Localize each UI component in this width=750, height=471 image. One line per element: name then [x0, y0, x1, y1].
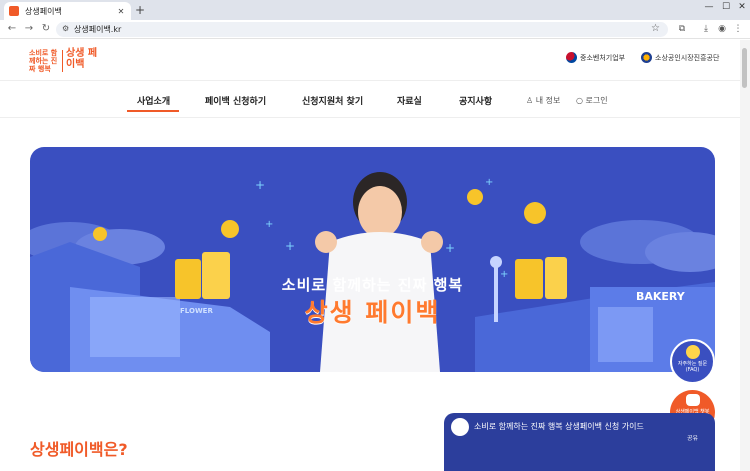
gov-logo-semas[interactable]: 소상공인시장진흥공단: [641, 52, 719, 63]
tab-strip: 상생페이백 ✕ + — ☐ ✕: [0, 0, 750, 20]
minimize-button[interactable]: —: [701, 2, 717, 12]
my-info-label: 내 정보: [535, 96, 561, 105]
address-bar[interactable]: ⚙ 상생페이백.kr ☆: [56, 22, 668, 37]
tower-top-shape: [490, 256, 502, 268]
video-player[interactable]: 소비로 함께하는 진짜 행복 상생페이백 신청 가이드 공유: [444, 413, 715, 471]
nav-item-resources[interactable]: 자료실: [397, 94, 422, 107]
browser-toolbar: ← → ↻ ⚙ 상생페이백.kr ☆ ⧉ ⤓ ◉ ⋮: [0, 20, 750, 39]
nav-item-notices[interactable]: 공지사항: [459, 94, 492, 107]
site-header: 소비로 함께하는 진짜 행복 상생 페이백 중소벤처기업부 소상공인시장진흥공단: [0, 40, 740, 80]
faq-label: 자주하는 질문(FAQ): [677, 361, 708, 373]
user-icon: ♙: [526, 96, 534, 105]
gov-logo-label: 소상공인시장진흥공단: [655, 53, 720, 62]
thumb-left-shape: [315, 231, 337, 253]
url-text: 상생페이백.kr: [74, 25, 122, 34]
login-link[interactable]: ○ 로그인: [576, 95, 608, 106]
hero-illustration: + + + + + +: [30, 172, 715, 372]
reload-button[interactable]: ↻: [40, 23, 52, 35]
browser-tab[interactable]: 상생페이백 ✕: [4, 2, 131, 20]
nav-item-apply[interactable]: 페이백 신청하기: [205, 94, 266, 107]
hero-slogan: 소비로 함께하는 진짜 행복: [281, 276, 464, 294]
maximize-button[interactable]: ☐: [718, 2, 734, 12]
thumb-right-shape: [421, 231, 443, 253]
my-info-link[interactable]: ♙ 내 정보: [526, 95, 560, 106]
sparkle-icon: +: [265, 219, 273, 230]
coin-shape: [221, 220, 239, 238]
new-tab-button[interactable]: +: [133, 3, 147, 17]
favicon-icon: [9, 6, 19, 16]
hero-banner[interactable]: + + + + + + 소비로 함께하는 진짜 행복 상생 페이백 BAKERY…: [30, 147, 715, 372]
coin-shape: [93, 227, 107, 241]
browser-window: 상생페이백 ✕ + — ☐ ✕ ← → ↻ ⚙ 상생페이백.kr ☆ ⧉ ⤓ ◉…: [0, 0, 750, 471]
nav-item-about[interactable]: 사업소개: [137, 94, 170, 107]
scrollbar-thumb[interactable]: [742, 48, 747, 88]
semas-icon: [641, 52, 652, 63]
section-title: 상생페이백은?: [30, 440, 128, 459]
sparkle-icon: +: [445, 241, 455, 255]
hero-title: 상생 페이백: [304, 298, 441, 327]
site-info-icon[interactable]: ⚙: [62, 24, 69, 33]
gov-logo-label: 중소벤처기업부: [580, 53, 626, 62]
gov-logo-mss[interactable]: 중소벤처기업부: [566, 52, 625, 63]
taegeuk-icon: [566, 52, 577, 63]
coin-shape: [524, 202, 546, 224]
extensions-icon[interactable]: ⧉: [676, 23, 688, 35]
tab-title: 상생페이백: [25, 6, 62, 16]
faq-character-icon: [685, 345, 700, 359]
nav-active-indicator: [127, 110, 179, 112]
login-label: 로그인: [585, 96, 608, 105]
sparkle-icon: +: [255, 178, 265, 192]
chatbot-icon: [685, 394, 700, 406]
menu-icon[interactable]: ⋮: [732, 23, 744, 35]
main-nav: 사업소개 페이백 신청하기 신청지원처 찾기 자료실 공지사항 ♙ 내 정보 ○…: [0, 80, 740, 118]
coin-shape: [467, 189, 483, 205]
page-scrollbar[interactable]: [740, 40, 750, 471]
window-close-button[interactable]: ✕: [734, 2, 750, 12]
sparkle-icon: +: [485, 177, 493, 188]
logo-divider: [62, 50, 63, 72]
channel-logo: [451, 418, 469, 436]
forward-button[interactable]: →: [23, 23, 35, 35]
site-logo[interactable]: 상생 페이백: [66, 48, 106, 70]
bookmark-star-icon[interactable]: ☆: [651, 23, 660, 34]
login-icon: ○: [576, 96, 583, 105]
close-icon[interactable]: ✕: [116, 7, 126, 16]
faq-button[interactable]: 자주하는 질문(FAQ): [670, 339, 715, 384]
flower-sign: FLOWER: [180, 307, 213, 315]
face-shape: [358, 186, 402, 238]
share-button[interactable]: 공유: [687, 433, 698, 442]
site-logo-slogan[interactable]: 소비로 함께하는 진짜 행복: [29, 49, 61, 73]
profile-icon[interactable]: ◉: [716, 23, 728, 35]
bakery-sign: BAKERY: [636, 290, 685, 303]
back-button[interactable]: ←: [6, 23, 18, 35]
video-title[interactable]: 소비로 함께하는 진짜 행복 상생페이백 신청 가이드: [474, 421, 644, 432]
download-icon[interactable]: ⤓: [700, 23, 712, 35]
sparkle-icon: +: [285, 239, 295, 253]
nav-item-support-centers[interactable]: 신청지원처 찾기: [302, 94, 363, 107]
